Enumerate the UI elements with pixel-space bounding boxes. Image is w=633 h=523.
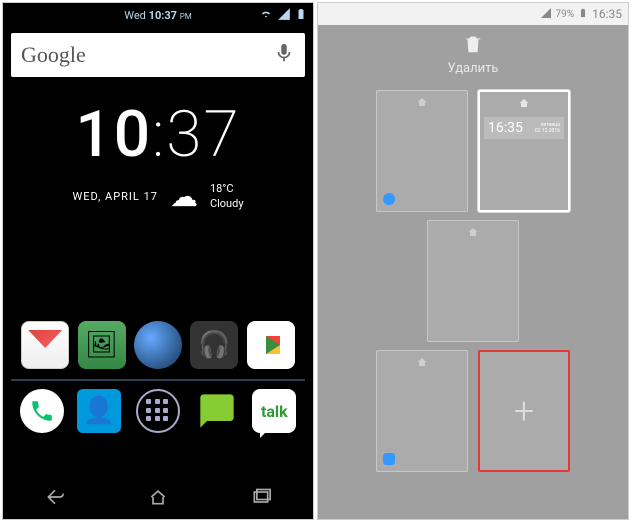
home-icon[interactable] (145, 487, 171, 511)
weather-temp: 18°C (210, 182, 244, 196)
home-indicator-icon (377, 91, 467, 112)
clock-hours: 10 (75, 97, 152, 172)
status-bar: Wed 10:37 PM (3, 3, 313, 27)
screen-thumb-2-selected[interactable]: 16:35 пятница 02.12.2016 (478, 90, 570, 212)
dock-divider (11, 379, 305, 381)
clock-minutes: 37 (166, 97, 240, 172)
battery-percent: 79% (556, 9, 575, 20)
talk-icon[interactable]: talk (252, 389, 296, 433)
status-day: Wed (124, 9, 146, 22)
music-icon[interactable]: 🎧 (190, 321, 238, 369)
home-indicator-icon (428, 221, 518, 242)
clock-date: WED, APRIL 17 (72, 190, 157, 203)
app-drawer-icon[interactable] (134, 387, 182, 435)
talk-label: talk (261, 402, 288, 421)
thumb-app-icon (383, 453, 395, 465)
gallery-icon[interactable]: 🖼 (78, 321, 126, 369)
phone-screen-homescreen: Wed 10:37 PM Google 10: 37 (2, 2, 314, 520)
contacts-icon[interactable]: 👤 (77, 389, 121, 433)
battery-icon (578, 6, 588, 23)
google-search-bar[interactable]: Google (11, 33, 305, 77)
weather-condition: Cloudy (210, 197, 244, 211)
thumb-app-icon (383, 193, 395, 205)
clock-time: 10: 37 (3, 97, 313, 172)
plus-icon: + (514, 390, 534, 432)
weather-info: 18°C Cloudy (210, 182, 244, 211)
play-store-icon[interactable] (247, 321, 295, 369)
delete-label: Удалить (318, 61, 628, 76)
messaging-icon[interactable] (195, 389, 239, 433)
screen-thumb-3[interactable] (427, 220, 519, 342)
recents-icon[interactable] (248, 487, 274, 511)
homescreen-thumbnails: 16:35 пятница 02.12.2016 (318, 90, 628, 520)
phone-icon[interactable] (20, 389, 64, 433)
navigation-bar (3, 479, 313, 519)
back-icon[interactable] (42, 487, 68, 511)
delete-dropzone[interactable]: Удалить (318, 25, 628, 90)
trash-icon (462, 33, 484, 55)
phone-screen-editmode: 79% 16:35 Удалить 16:35 (317, 2, 629, 520)
voice-search-icon[interactable] (273, 42, 295, 68)
battery-icon (295, 7, 307, 24)
thumb-clock-widget: 16:35 пятница 02.12.2016 (484, 117, 564, 139)
dock-row: 👤 talk (3, 387, 313, 435)
screen-thumb-4[interactable] (376, 350, 468, 472)
status-time: 16:35 (592, 7, 622, 21)
clock-widget[interactable]: 10: 37 WED, APRIL 17 ☁ 18°C Cloudy (3, 97, 313, 213)
weather-row: WED, APRIL 17 ☁ 18°C Cloudy (3, 180, 313, 213)
gmail-icon[interactable] (21, 321, 69, 369)
status-date-time: Wed 10:37 PM (124, 9, 191, 22)
weather-icon: ☁ (170, 180, 198, 213)
google-logo: Google (21, 42, 86, 68)
app-row: 🖼 🎧 (3, 321, 313, 369)
status-ampm: PM (180, 12, 192, 21)
wifi-icon (259, 7, 273, 24)
thumb-clock-info: пятница 02.12.2016 (535, 122, 560, 134)
home-indicator-icon (480, 92, 568, 113)
browser-icon[interactable] (134, 321, 182, 369)
signal-icon (277, 7, 291, 24)
screen-thumb-1[interactable] (376, 90, 468, 212)
status-time: 10:37 (149, 9, 177, 22)
home-indicator-icon (377, 351, 467, 372)
status-bar: 79% 16:35 (318, 3, 628, 25)
signal-icon (540, 7, 552, 22)
add-screen-button[interactable]: + (478, 350, 570, 472)
thumb-clock-time: 16:35 (488, 120, 523, 136)
